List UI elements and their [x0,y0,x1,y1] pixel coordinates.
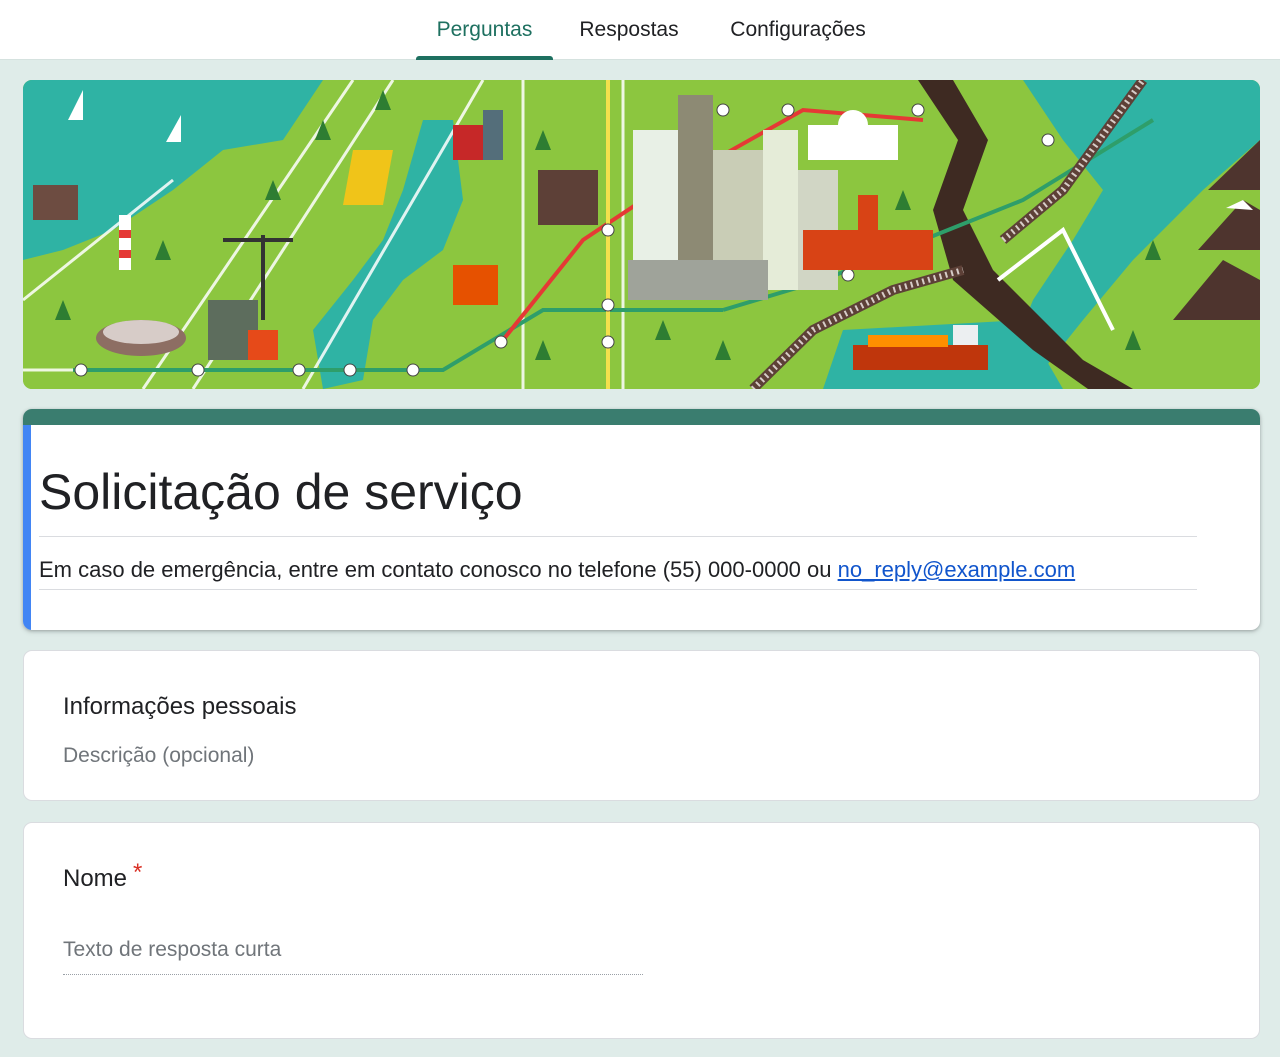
theme-header-strip [23,409,1260,425]
section-description-input[interactable]: Descrição (opcional) [63,741,254,771]
focus-indicator-strip [23,425,31,630]
form-description-email-link[interactable]: no_reply@example.com [838,557,1076,582]
city-map-header-illustration [23,80,1260,389]
required-asterisk: * [133,859,143,886]
form-description[interactable]: Em caso de emergência, entre em contato … [39,555,1075,585]
top-tab-bar: Perguntas Respostas Configurações [0,0,1280,60]
tab-perguntas-label: Perguntas [436,18,533,41]
header-image [23,80,1260,389]
tab-respostas[interactable]: Respostas [561,0,697,60]
question-title[interactable]: Nome * [63,859,142,895]
section-title[interactable]: Informações pessoais [63,691,296,723]
tab-configuracoes[interactable]: Configurações [706,0,890,60]
question-card[interactable]: Nome * Texto de resposta curta [23,822,1260,1039]
active-tab-indicator [416,56,553,60]
question-title-text: Nome [63,865,128,892]
tab-perguntas[interactable]: Perguntas [416,0,553,60]
short-answer-placeholder: Texto de resposta curta [63,938,282,961]
form-title-underline [39,536,1197,537]
form-description-text: Em caso de emergência, entre em contato … [39,557,838,582]
form-description-underline [39,589,1197,590]
section-card[interactable]: Informações pessoais Descrição (opcional… [23,650,1260,801]
form-title[interactable]: Solicitação de serviço [39,452,523,532]
tab-configuracoes-label: Configurações [730,18,866,41]
tab-respostas-label: Respostas [579,18,679,41]
short-answer-underline [63,974,643,975]
